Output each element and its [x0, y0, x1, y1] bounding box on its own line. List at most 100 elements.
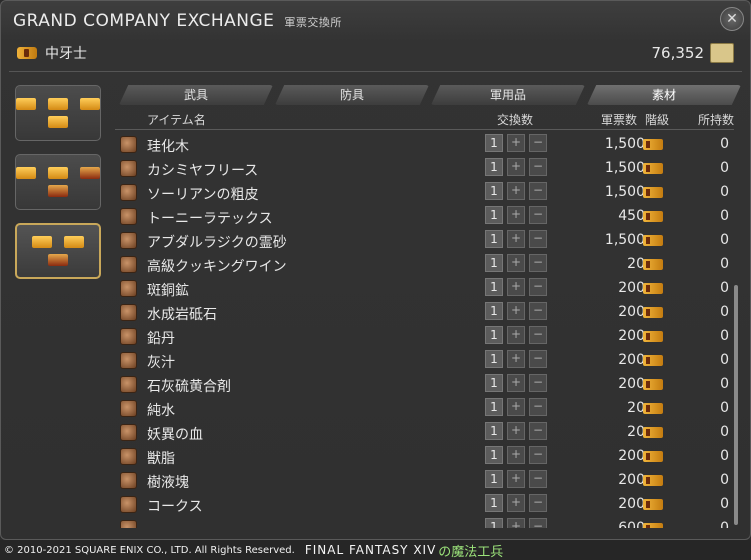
decrement-button[interactable]: − — [529, 422, 547, 440]
tab-supplies[interactable]: 軍用品 — [431, 85, 585, 105]
item-icon — [120, 256, 137, 273]
game-title: FINAL FANTASY XIV — [304, 543, 437, 557]
rank-required-icon — [643, 403, 663, 414]
quantity-input[interactable]: 1 — [485, 518, 503, 528]
item-icon — [120, 400, 137, 417]
decrement-button[interactable]: − — [529, 302, 547, 320]
decrement-button[interactable]: − — [529, 398, 547, 416]
item-row[interactable]: 鉛丹 1 + − 200 0 — [115, 325, 741, 349]
close-button[interactable]: ✕ — [720, 7, 744, 31]
decrement-button[interactable]: − — [529, 278, 547, 296]
item-row[interactable]: コークス 1 + − 200 0 — [115, 493, 741, 517]
decrement-button[interactable]: − — [529, 374, 547, 392]
item-row[interactable]: 純水 1 + − 20 0 — [115, 397, 741, 421]
quantity-input[interactable]: 1 — [485, 422, 503, 440]
increment-button[interactable]: + — [507, 206, 525, 224]
increment-button[interactable]: + — [507, 446, 525, 464]
item-row[interactable]: ソーリアンの粗皮 1 + − 1,500 0 — [115, 181, 741, 205]
scrollbar[interactable] — [734, 285, 738, 525]
rank-required-icon — [643, 211, 663, 222]
rank-required-icon — [643, 259, 663, 270]
item-icon — [120, 184, 137, 201]
rank-filter-button-1[interactable] — [15, 85, 101, 141]
decrement-button[interactable]: − — [529, 518, 547, 528]
quantity-input[interactable]: 1 — [485, 302, 503, 320]
increment-button[interactable]: + — [507, 350, 525, 368]
decrement-button[interactable]: − — [529, 494, 547, 512]
increment-button[interactable]: + — [507, 158, 525, 176]
increment-button[interactable]: + — [507, 374, 525, 392]
item-name: ソーリアンの粗皮 — [147, 187, 259, 203]
decrement-button[interactable]: − — [529, 446, 547, 464]
rank-icon — [48, 254, 68, 266]
decrement-button[interactable]: − — [529, 158, 547, 176]
quantity-input[interactable]: 1 — [485, 470, 503, 488]
quantity-input[interactable]: 1 — [485, 254, 503, 272]
quantity-input[interactable]: 1 — [485, 494, 503, 512]
quantity-input[interactable]: 1 — [485, 446, 503, 464]
item-row[interactable]: カシミヤフリース 1 + − 1,500 0 — [115, 157, 741, 181]
item-row[interactable]: 石灰硫黄合剤 1 + − 200 0 — [115, 373, 741, 397]
quantity-input[interactable]: 1 — [485, 398, 503, 416]
decrement-button[interactable]: − — [529, 326, 547, 344]
decrement-button[interactable]: − — [529, 206, 547, 224]
increment-button[interactable]: + — [507, 134, 525, 152]
increment-button[interactable]: + — [507, 470, 525, 488]
rank-indicator: 中牙士 — [17, 43, 87, 63]
increment-button[interactable]: + — [507, 302, 525, 320]
increment-button[interactable]: + — [507, 398, 525, 416]
quantity-input[interactable]: 1 — [485, 230, 503, 248]
item-row[interactable]: 樹液塊 1 + − 200 0 — [115, 469, 741, 493]
item-row[interactable]: アブダルラジクの霊砂 1 + − 1,500 0 — [115, 229, 741, 253]
increment-button[interactable]: + — [507, 254, 525, 272]
tab-materials[interactable]: 素材 — [587, 85, 741, 105]
tab-arms[interactable]: 武具 — [119, 85, 273, 105]
item-row[interactable]: 高級クッキングワイン 1 + − 20 0 — [115, 253, 741, 277]
increment-button[interactable]: + — [507, 278, 525, 296]
owned-count: 0 — [720, 184, 729, 200]
quantity-input[interactable]: 1 — [485, 206, 503, 224]
quantity-input[interactable]: 1 — [485, 326, 503, 344]
column-owned: 所持数 — [698, 113, 735, 127]
increment-button[interactable]: + — [507, 326, 525, 344]
item-row[interactable]: 灰汁 1 + − 200 0 — [115, 349, 741, 373]
item-icon — [120, 424, 137, 441]
quantity-input[interactable]: 1 — [485, 158, 503, 176]
item-row[interactable]: 珪化木 1 + − 1,500 0 — [115, 133, 741, 157]
item-name: カシミヤフリース — [147, 163, 259, 179]
decrement-button[interactable]: − — [529, 230, 547, 248]
item-row[interactable]: トーニーラテックス 1 + − 450 0 — [115, 205, 741, 229]
quantity-input[interactable]: 1 — [485, 134, 503, 152]
quantity-input[interactable]: 1 — [485, 182, 503, 200]
item-name: アブダルラジクの霊砂 — [147, 235, 287, 251]
decrement-button[interactable]: − — [529, 350, 547, 368]
item-row[interactable]: 水成岩砥石 1 + − 200 0 — [115, 301, 741, 325]
rank-filter-button-2[interactable] — [15, 154, 101, 210]
rank-filter-button-3[interactable] — [15, 223, 101, 279]
quantity-input[interactable]: 1 — [485, 278, 503, 296]
rank-required-icon — [643, 163, 663, 174]
decrement-button[interactable]: − — [529, 182, 547, 200]
owned-count: 0 — [720, 280, 729, 296]
increment-button[interactable]: + — [507, 230, 525, 248]
item-icon — [120, 160, 137, 177]
item-cost: 200 — [618, 304, 645, 320]
increment-button[interactable]: + — [507, 182, 525, 200]
quantity-input[interactable]: 1 — [485, 374, 503, 392]
item-row[interactable]: 斑銅鉱 1 + − 200 0 — [115, 277, 741, 301]
decrement-button[interactable]: − — [529, 134, 547, 152]
increment-button[interactable]: + — [507, 494, 525, 512]
tab-armor[interactable]: 防具 — [275, 85, 429, 105]
decrement-button[interactable]: − — [529, 254, 547, 272]
decrement-button[interactable]: − — [529, 470, 547, 488]
blog-name: の魔法工兵 — [438, 544, 504, 560]
item-row[interactable]: 1 + − 600 0 — [115, 517, 741, 528]
increment-button[interactable]: + — [507, 518, 525, 528]
increment-button[interactable]: + — [507, 422, 525, 440]
quantity-input[interactable]: 1 — [485, 350, 503, 368]
item-cost: 200 — [618, 448, 645, 464]
item-row[interactable]: 妖異の血 1 + − 20 0 — [115, 421, 741, 445]
item-cost: 20 — [627, 256, 645, 272]
owned-count: 0 — [720, 136, 729, 152]
item-row[interactable]: 獣脂 1 + − 200 0 — [115, 445, 741, 469]
